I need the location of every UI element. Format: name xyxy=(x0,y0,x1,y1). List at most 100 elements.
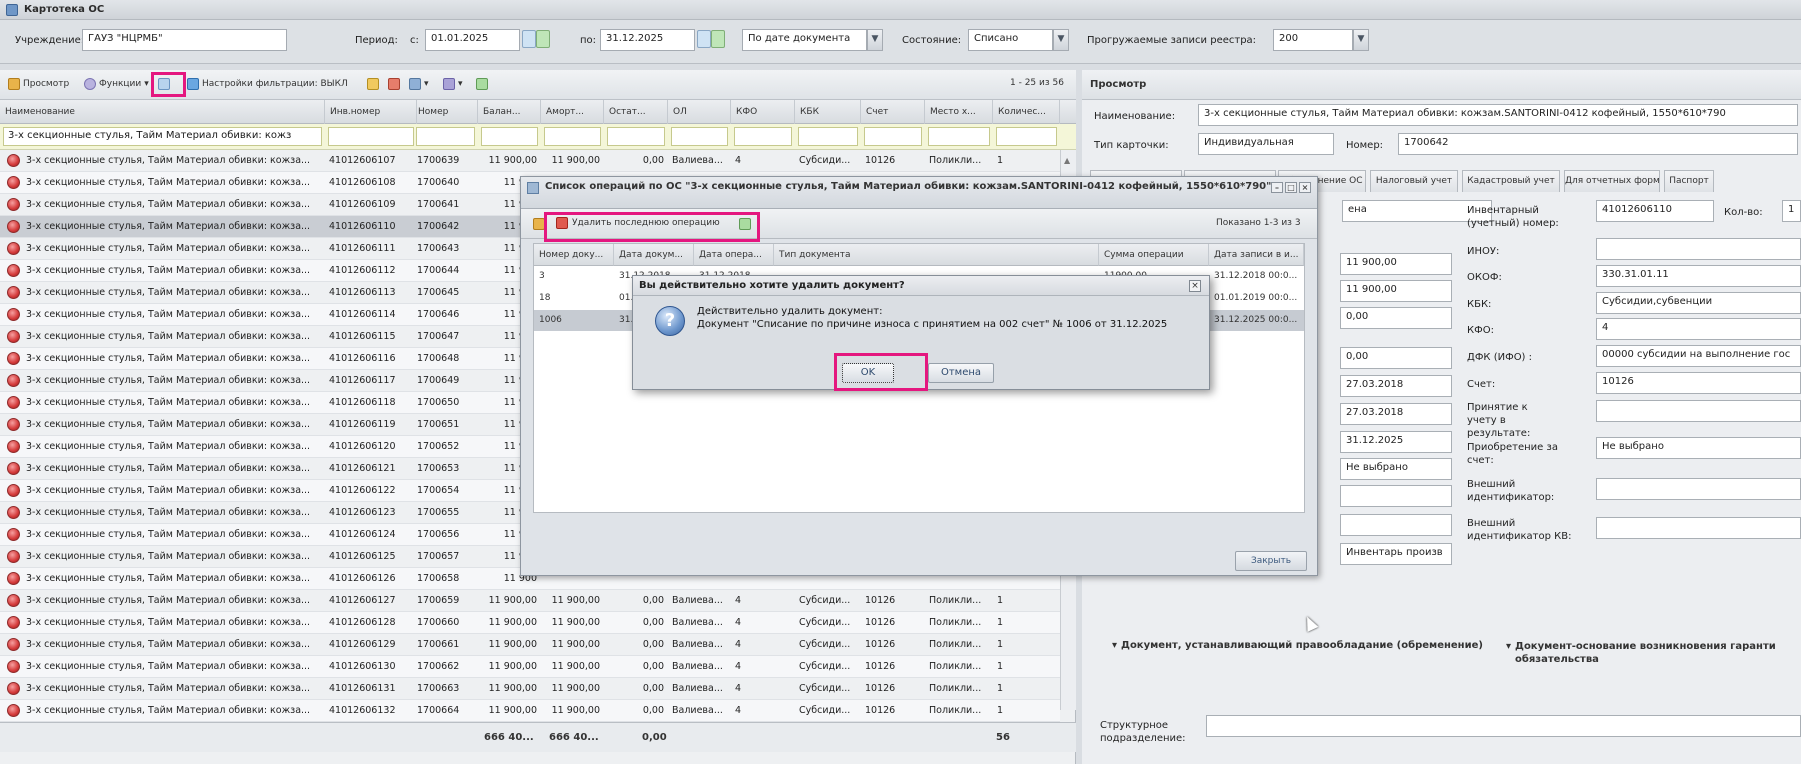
place-column-header[interactable]: Место х... xyxy=(925,100,993,124)
kfo-field[interactable]: 4 xyxy=(1596,318,1801,340)
to-calendar-icon[interactable] xyxy=(697,30,711,48)
table-row[interactable]: 3-х секционные стулья, Тайм Материал оби… xyxy=(0,590,1060,612)
dfk-field[interactable]: 00000 субсидии на выполнение гос xyxy=(1596,345,1801,367)
name-column-header[interactable]: Наименование xyxy=(0,100,325,124)
inou-field[interactable] xyxy=(1596,238,1801,260)
value-field[interactable] xyxy=(1340,485,1452,507)
value-field[interactable]: 0,00 xyxy=(1340,347,1452,369)
amortization-column-header[interactable]: Аморт... xyxy=(541,100,604,124)
table-row[interactable]: 3-х секционные стулья, Тайм Материал оби… xyxy=(0,678,1060,700)
amort-filter-input[interactable] xyxy=(544,127,601,146)
structural-unit-field[interactable] xyxy=(1206,715,1801,737)
account-field[interactable]: 10126 xyxy=(1596,372,1801,394)
close-icon[interactable]: × xyxy=(1299,182,1311,193)
chevron-down-icon[interactable]: ▼ xyxy=(867,29,883,51)
rest-filter-input[interactable] xyxy=(607,127,665,146)
quantity-column-header[interactable]: Количес... xyxy=(993,100,1060,124)
bal-filter-input[interactable] xyxy=(481,127,538,146)
kbk-field[interactable]: Субсидии,субвенции xyxy=(1596,292,1801,314)
external-id-field[interactable] xyxy=(1596,478,1801,500)
from-date-field[interactable]: 01.01.2025 xyxy=(425,29,520,51)
ops-column-header-opdate[interactable]: Дата опера... xyxy=(694,244,774,266)
card-type-field[interactable]: Индивидуальная xyxy=(1198,133,1334,155)
table-row[interactable]: 3-х секционные стулья, Тайм Материал оби… xyxy=(0,634,1060,656)
scroll-up-icon[interactable]: ▲ xyxy=(1064,156,1070,165)
ops-column-header-sum[interactable]: Сумма операции xyxy=(1099,244,1209,266)
filter-settings-button[interactable]: Настройки фильтрации: ВЫКЛ xyxy=(187,78,348,90)
from-clear-icon[interactable] xyxy=(536,30,550,48)
refresh-icon[interactable] xyxy=(739,218,751,230)
doc-right-section[interactable]: ▾ Документ, устанавливающий правообладан… xyxy=(1112,640,1483,651)
value-field[interactable]: 27.03.2018 xyxy=(1340,403,1452,425)
ops-column-header-rec[interactable]: Дата записи в и... xyxy=(1209,244,1304,266)
tab-3[interactable]: Налоговый учет xyxy=(1370,170,1458,192)
value-field[interactable]: 11 900,00 xyxy=(1340,253,1452,275)
cancel-button[interactable]: Отмена xyxy=(928,363,994,383)
print-button[interactable]: ▾ xyxy=(409,78,429,90)
value-field[interactable]: 31.12.2025 xyxy=(1340,431,1452,453)
number-field[interactable]: 1700642 xyxy=(1398,133,1798,155)
close-button[interactable]: Закрыть xyxy=(1235,551,1307,571)
ol-column-header[interactable]: ОЛ xyxy=(668,100,731,124)
acquire-field[interactable]: Не выбрано xyxy=(1596,437,1801,459)
kbk-filter-input[interactable] xyxy=(798,127,858,146)
close-icon[interactable]: × xyxy=(1189,280,1201,292)
refresh-button[interactable] xyxy=(476,78,488,90)
delete-last-operation-button[interactable]: Удалить последнюю операцию xyxy=(556,213,720,233)
okof-field[interactable]: 330.31.01.11 xyxy=(1596,265,1801,287)
value-field[interactable]: 11 900,00 xyxy=(1340,280,1452,302)
inv-number-column-header[interactable]: Инв.номер xyxy=(325,100,417,124)
value-field[interactable]: 0,00 xyxy=(1340,307,1452,329)
number-column-header[interactable]: Номер xyxy=(413,100,478,124)
report-button[interactable]: ▾ xyxy=(443,78,463,90)
minimize-icon[interactable]: – xyxy=(1271,182,1283,193)
inventory-number-field[interactable]: 41012606110 xyxy=(1596,200,1714,222)
export-button[interactable] xyxy=(367,78,379,90)
account-column-header[interactable]: Счет xyxy=(861,100,925,124)
kfo-filter-input[interactable] xyxy=(734,127,792,146)
to-clear-icon[interactable] xyxy=(711,30,725,48)
value-field[interactable]: Инвентарь произв xyxy=(1340,543,1452,565)
inv-filter-input[interactable] xyxy=(328,127,414,146)
functions-button[interactable]: Функции ▾ xyxy=(84,78,149,90)
acc-filter-input[interactable] xyxy=(864,127,922,146)
value-field[interactable]: Не выбрано xyxy=(1340,458,1452,480)
maximize-icon[interactable]: □ xyxy=(1285,182,1297,193)
institution-field[interactable]: ГАУЗ "НЦРМБ" xyxy=(82,29,287,51)
place-filter-input[interactable] xyxy=(928,127,990,146)
qty-filter-input[interactable] xyxy=(996,127,1057,146)
ol-filter-input[interactable] xyxy=(671,127,728,146)
tab-5[interactable]: Для отчетных форм xyxy=(1564,170,1660,192)
date-mode-select[interactable]: По дате документа xyxy=(742,29,867,51)
tab-4[interactable]: Кадастровый учет xyxy=(1462,170,1560,192)
value-field[interactable]: 27.03.2018 xyxy=(1340,375,1452,397)
ops-column-header-type[interactable]: Тип документа xyxy=(774,244,1099,266)
state-select[interactable]: Списано xyxy=(968,29,1053,51)
chevron-down-icon[interactable]: ▼ xyxy=(1353,29,1369,51)
ok-button[interactable]: OK xyxy=(842,363,894,383)
to-date-field[interactable]: 31.12.2025 xyxy=(600,29,695,51)
rest-column-header[interactable]: Остат... xyxy=(604,100,668,124)
accept-field[interactable] xyxy=(1596,400,1801,422)
external-id-kv-field[interactable] xyxy=(1596,517,1801,539)
tree-button[interactable] xyxy=(388,78,400,90)
pencil-icon[interactable] xyxy=(533,218,545,230)
view-button[interactable]: Просмотр xyxy=(8,78,69,90)
chevron-down-icon[interactable]: ▼ xyxy=(1053,29,1069,51)
ops-column-header-docdate[interactable]: Дата докум... xyxy=(614,244,694,266)
ops-column-header-num[interactable]: Номер доку... xyxy=(534,244,614,266)
table-row[interactable]: 3-х секционные стулья, Тайм Материал оби… xyxy=(0,150,1060,172)
quantity-field[interactable]: 1 xyxy=(1782,200,1801,222)
table-row[interactable]: 3-х секционные стулья, Тайм Материал оби… xyxy=(0,612,1060,634)
table-row[interactable]: 3-х секционные стулья, Тайм Материал оби… xyxy=(0,656,1060,678)
balance-column-header[interactable]: Балан... xyxy=(478,100,541,124)
loaded-records-select[interactable]: 200 xyxy=(1273,29,1353,51)
from-calendar-icon[interactable] xyxy=(522,30,536,48)
num-filter-input[interactable] xyxy=(416,127,475,146)
value-field[interactable] xyxy=(1340,514,1452,536)
kbk-column-header[interactable]: КБК xyxy=(795,100,861,124)
tab-6[interactable]: Паспорт xyxy=(1664,170,1714,192)
doc-basis-section[interactable]: ▾ Документ-основание возникновения гаран… xyxy=(1506,640,1801,666)
table-row[interactable]: 3-х секционные стулья, Тайм Материал оби… xyxy=(0,700,1060,722)
name-filter-input[interactable]: 3-х секционные стулья, Тайм Материал оби… xyxy=(3,127,322,146)
